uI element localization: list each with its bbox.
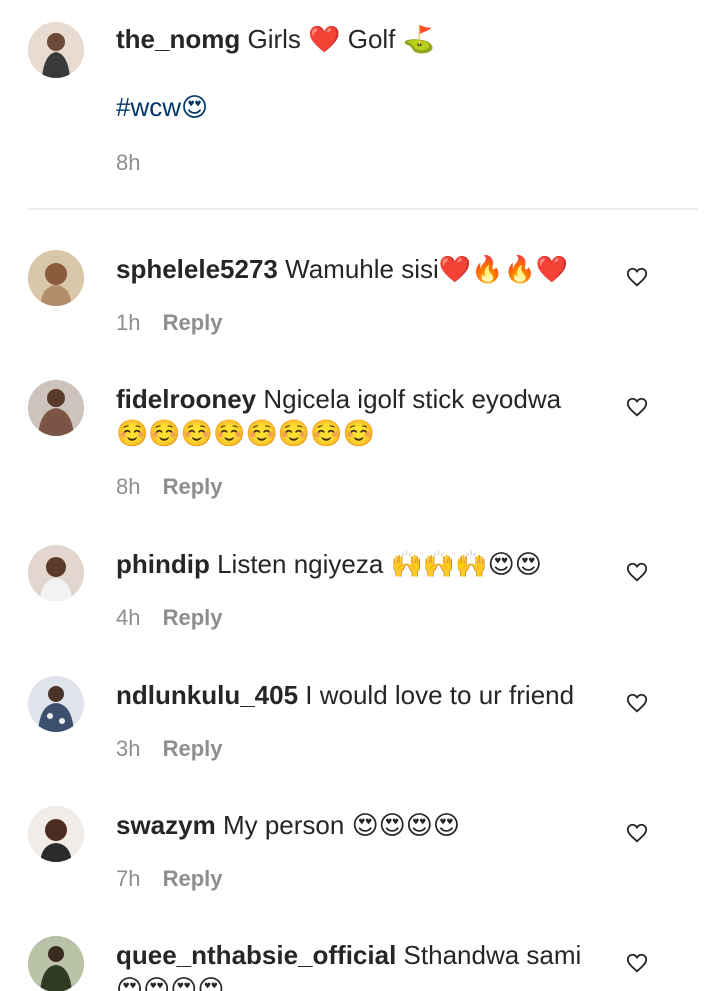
- timestamp: 1h: [116, 310, 141, 335]
- username[interactable]: quee_nthabsie_official: [116, 940, 396, 970]
- timestamp: 4h: [116, 605, 141, 630]
- username[interactable]: fidelrooney: [116, 384, 256, 414]
- username[interactable]: swazym: [116, 810, 216, 840]
- reply-button[interactable]: Reply: [163, 310, 223, 335]
- avatar[interactable]: [28, 545, 84, 601]
- comment-text: Listen ngiyeza 🙌🙌🙌😍😍: [217, 549, 542, 579]
- comment-text-continued: ☺️☺️☺️☺️☺️☺️☺️☺️: [116, 418, 375, 448]
- heart-outline-icon[interactable]: [626, 952, 648, 974]
- comment-text: I would love to ur friend: [305, 680, 575, 710]
- heart-outline-icon[interactable]: [626, 561, 648, 583]
- reply-button[interactable]: Reply: [163, 736, 223, 761]
- heart-outline-icon[interactable]: [626, 692, 648, 714]
- comment-line: quee_nthabsie_official Sthandwa sami: [116, 938, 581, 972]
- caption-text: Girls ❤️ Golf ⛳: [247, 24, 436, 54]
- reply-button[interactable]: Reply: [163, 474, 223, 499]
- comment-text: My person 😍😍😍😍: [222, 810, 460, 840]
- comment-text-continued: 😍😍😍😍: [116, 974, 225, 991]
- avatar[interactable]: [28, 806, 84, 862]
- avatar[interactable]: [28, 250, 84, 306]
- heart-outline-icon[interactable]: [626, 266, 648, 288]
- reply-button[interactable]: Reply: [163, 605, 223, 630]
- comment-line: phindip Listen ngiyeza 🙌🙌🙌😍😍: [116, 547, 542, 581]
- comment-meta: 1h Reply: [116, 310, 223, 336]
- username[interactable]: phindip: [116, 549, 210, 579]
- avatar[interactable]: [28, 22, 84, 78]
- timestamp: 3h: [116, 736, 141, 761]
- post-caption: the_nomg Girls ❤️ Golf ⛳ #wcw😍 8h: [0, 0, 720, 210]
- hashtag-link[interactable]: #wcw😍: [116, 92, 208, 123]
- comment-meta: 8h Reply: [116, 474, 223, 500]
- heart-outline-icon[interactable]: [626, 396, 648, 418]
- comment-meta: 7h Reply: [116, 866, 223, 892]
- comment-text: Wamuhle sisi❤️🔥🔥❤️: [285, 254, 569, 284]
- caption-line: the_nomg Girls ❤️ Golf ⛳: [116, 22, 435, 56]
- timestamp: 8h: [116, 150, 141, 175]
- username[interactable]: ndlunkulu_405: [116, 680, 298, 710]
- timestamp: 7h: [116, 866, 141, 891]
- avatar[interactable]: [28, 936, 84, 991]
- comment-line: fidelrooney Ngicela igolf stick eyodwa: [116, 382, 561, 416]
- heart-outline-icon[interactable]: [626, 822, 648, 844]
- username[interactable]: the_nomg: [116, 24, 240, 54]
- timestamp: 8h: [116, 474, 141, 499]
- avatar[interactable]: [28, 676, 84, 732]
- reply-button[interactable]: Reply: [163, 866, 223, 891]
- comment-text: Sthandwa sami: [403, 940, 582, 970]
- divider: [28, 208, 698, 210]
- comment-line: swazym My person 😍😍😍😍: [116, 808, 460, 842]
- comment-meta: 4h Reply: [116, 605, 223, 631]
- username[interactable]: sphelele5273: [116, 254, 278, 284]
- comment-text: Ngicela igolf stick eyodwa: [263, 384, 562, 414]
- comment-line: ndlunkulu_405 I would love to ur friend: [116, 678, 574, 712]
- avatar[interactable]: [28, 380, 84, 436]
- comment-line: sphelele5273 Wamuhle sisi❤️🔥🔥❤️: [116, 252, 568, 286]
- list-item: quee_nthabsie_official Sthandwa sami 😍😍😍…: [0, 936, 720, 991]
- comment-meta: 3h Reply: [116, 736, 223, 762]
